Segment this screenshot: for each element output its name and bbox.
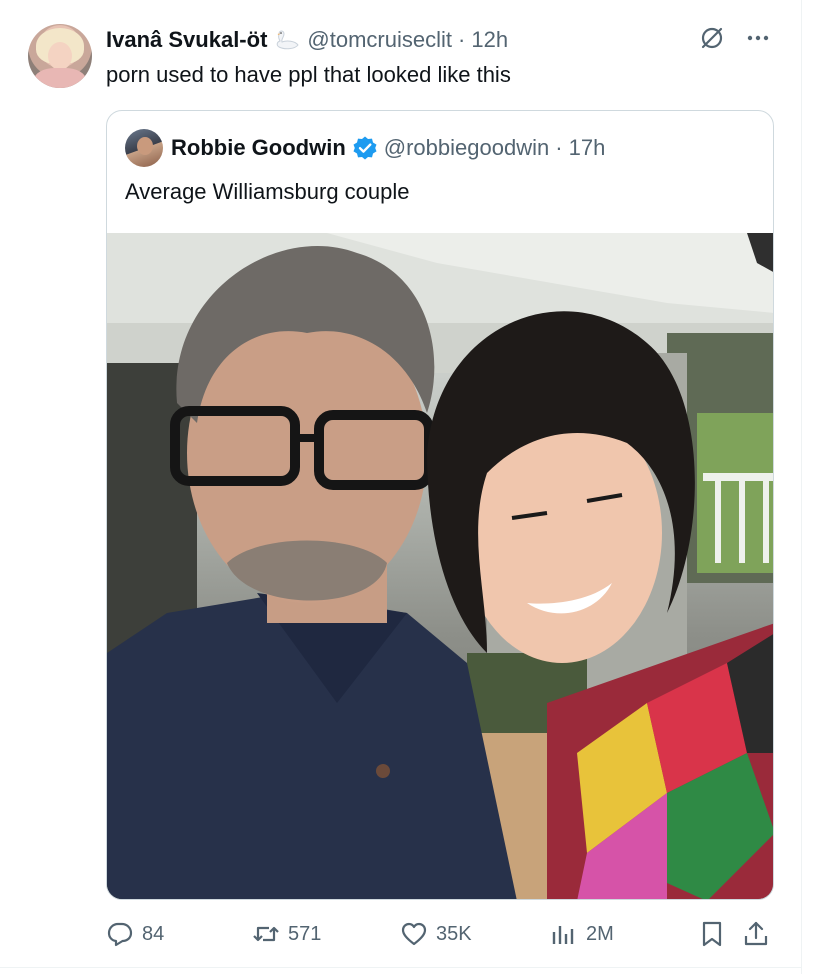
share-button[interactable] [742, 920, 770, 948]
verified-icon [352, 135, 378, 161]
like-count: 35K [436, 922, 472, 945]
tweet-text: porn used to have ppl that looked like t… [106, 62, 511, 87]
reply-button[interactable]: 84 [106, 920, 164, 948]
author-name[interactable]: Ivanâ Svukal-öt [106, 26, 267, 54]
heart-icon [401, 922, 427, 946]
quote-photo[interactable] [107, 233, 773, 899]
tweet-time[interactable]: · 12h [458, 26, 508, 54]
like-button[interactable]: 35K [400, 920, 472, 948]
quote-author-avatar[interactable] [125, 129, 163, 167]
quote-author-handle[interactable]: @robbiegoodwin [384, 133, 549, 163]
grok-icon[interactable] [698, 24, 726, 52]
more-icon[interactable] [744, 24, 772, 52]
frame-divider-bottom [0, 967, 802, 968]
views-button[interactable]: 2M [550, 920, 614, 948]
quoted-tweet[interactable]: Robbie Goodwin @robbiegoodwin · 17h Aver… [106, 110, 774, 900]
bookmark-button[interactable] [698, 920, 726, 948]
frame-divider-right [801, 0, 802, 974]
bookmark-icon [702, 921, 722, 947]
reply-count: 84 [142, 922, 165, 945]
retweet-button[interactable]: 571 [252, 920, 321, 948]
tweet-card[interactable]: Ivanâ Svukal-öt @tomcruiseclit · 12h por… [0, 0, 830, 974]
author-handle[interactable]: @tomcruiseclit [307, 26, 452, 54]
quote-header: Robbie Goodwin @robbiegoodwin · 17h [171, 133, 605, 163]
quote-text: Average Williamsburg couple [125, 179, 410, 204]
views-icon [552, 926, 574, 944]
retweet-icon [253, 926, 279, 942]
retweet-count: 571 [288, 922, 322, 945]
tweet-header: Ivanâ Svukal-öt @tomcruiseclit · 12h [106, 26, 508, 54]
share-icon [744, 921, 768, 946]
top-actions [698, 24, 772, 52]
tweet-actions: 84 571 35K 2M [106, 916, 774, 956]
author-avatar[interactable] [28, 24, 92, 88]
quote-time[interactable]: · 17h [555, 133, 605, 163]
swan-emoji-icon [273, 28, 301, 52]
views-count: 2M [586, 922, 614, 945]
quote-author-name[interactable]: Robbie Goodwin [171, 133, 346, 163]
reply-icon [107, 922, 133, 947]
